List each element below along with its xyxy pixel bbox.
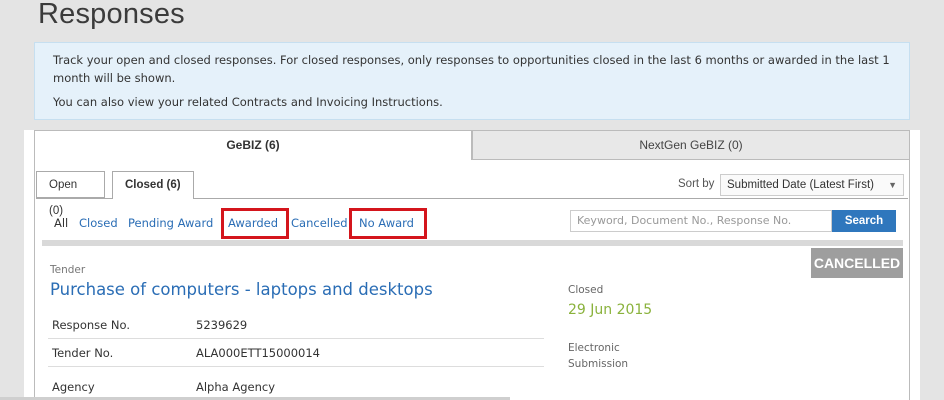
- info-box: Track your open and closed responses. Fo…: [34, 42, 910, 120]
- page-gutter-right: [920, 0, 944, 400]
- info-text-1: Track your open and closed responses. Fo…: [53, 53, 890, 85]
- field-value: 5239629: [196, 318, 248, 332]
- results-divider: [42, 240, 903, 246]
- awarded-highlight-box: [221, 208, 289, 239]
- status-date: 29 Jun 2015: [568, 302, 653, 318]
- subtab-closed[interactable]: Closed (6): [112, 171, 194, 199]
- status-label: Closed: [568, 284, 604, 296]
- field-value: ALA000ETT15000014: [196, 346, 321, 360]
- filter-all[interactable]: All: [54, 216, 68, 230]
- page-title: Responses: [38, 0, 185, 30]
- field-label: Agency: [52, 380, 95, 394]
- subtab-open[interactable]: Open (0): [36, 171, 105, 217]
- page-gutter-left: [0, 0, 24, 400]
- field-row-tender-no: Tender No. ALA000ETT15000014: [48, 340, 544, 367]
- tab-nextgen-gebiz[interactable]: NextGen GeBIZ (0): [472, 130, 910, 160]
- filter-closed[interactable]: Closed: [79, 216, 118, 230]
- filter-pending-award[interactable]: Pending Award: [128, 216, 213, 230]
- chevron-down-icon: ▼: [888, 180, 897, 190]
- record-title-link[interactable]: Purchase of computers - laptops and desk…: [50, 280, 433, 299]
- sort-select[interactable]: Submitted Date (Latest First) ▼: [720, 174, 904, 196]
- field-label: Tender No.: [52, 346, 114, 360]
- search-button[interactable]: Search: [832, 210, 896, 232]
- status-badge: CANCELLED: [811, 248, 903, 278]
- field-value: Alpha Agency: [196, 380, 276, 394]
- no-award-highlight-box: [349, 208, 427, 239]
- filter-cancelled[interactable]: Cancelled: [291, 216, 348, 230]
- search-input[interactable]: Keyword, Document No., Response No.: [570, 210, 832, 232]
- field-row-response-no: Response No. 5239629: [48, 312, 544, 339]
- tab-gebiz[interactable]: GeBIZ (6): [34, 130, 472, 160]
- field-label: Response No.: [52, 318, 130, 332]
- record-type: Tender: [50, 264, 86, 276]
- sort-selected-value: Submitted Date (Latest First): [727, 179, 874, 191]
- info-text-2: You can also view your related Contracts…: [53, 95, 443, 109]
- sort-label: Sort by: [678, 178, 715, 190]
- submission-type: Electronic Submission: [568, 342, 629, 370]
